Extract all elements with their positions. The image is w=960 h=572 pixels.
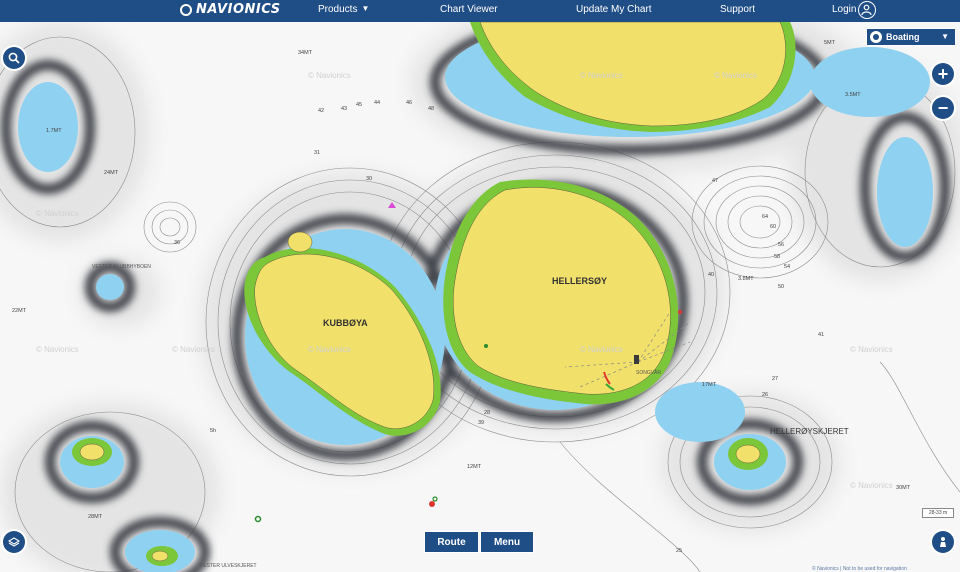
logo-text: NAVIONICS [196,2,281,17]
sounding: 30 [366,176,372,182]
place-label-songvar: SONGVÅR [636,369,661,376]
sounding: 43 [341,106,347,112]
sounding: 60 [770,224,776,230]
my-position-button[interactable] [932,531,954,553]
sounding: 48 [428,106,434,112]
rock-marker-icon [484,344,488,348]
watermark: © Navionics [308,71,351,80]
nautical-chart-map[interactable]: HELLERSØY KUBBØYA HELLERØYSKJERET SONGVÅ… [0,22,960,572]
top-nav-bar: NAVIONICS Products ▼ Chart Viewer Update … [0,0,960,22]
attribution-text[interactable]: © Navionics | Not to be used for navigat… [812,566,907,572]
hazard-marker-icon[interactable] [429,501,435,507]
watermark: © Navionics [850,481,893,490]
scale-bar: 28-33 m [922,508,954,518]
island-label-kubboya: KUBBØYA [323,318,368,328]
minus-icon: − [937,97,949,118]
sounding: 44 [374,100,380,106]
sounding: 27 [772,376,778,382]
watermark: © Navionics [580,345,623,354]
sounding: 46 [406,100,412,106]
watermark: © Navionics [36,209,79,218]
zoom-out-button[interactable]: − [932,97,954,119]
sounding: 39 [478,420,484,426]
lighthouse-icon[interactable] [634,355,639,364]
nav-support[interactable]: Support [720,4,755,15]
nav-update-my-chart[interactable]: Update My Chart [576,4,652,15]
mode-selected-value: Boating [886,32,920,42]
depth-label: 3.5MT [845,92,861,98]
watermark: © Navionics [36,345,79,354]
route-button[interactable]: Route [424,531,479,553]
watermark: © Navionics [172,345,215,354]
place-label-helleroyskjeret: HELLERØYSKJERET [770,427,849,436]
sounding: 40 [708,272,714,278]
nav-chart-viewer[interactable]: Chart Viewer [440,4,498,15]
sounding: 25 [676,548,682,554]
search-button[interactable] [3,47,25,69]
person-icon [940,537,946,547]
sounding: 47 [712,178,718,184]
rock-marker-icon [678,310,682,314]
depth-label: 5MT [824,40,836,46]
watermark: © Navionics [580,71,623,80]
watermark: © Navionics [308,345,351,354]
navionics-logo[interactable]: NAVIONICS [180,2,281,17]
sounding: 56 [778,242,784,248]
sounding: 5h [210,428,216,434]
nav-login[interactable]: Login [832,4,856,15]
sounding: 45 [356,102,362,108]
watermark: © Navionics [850,345,893,354]
layers-button[interactable] [3,531,25,553]
sounding: 42 [318,108,324,114]
sounding: 28 [484,410,490,416]
depth-label: 3.8MT [738,276,754,282]
chart-svg[interactable]: HELLERSØY KUBBØYA HELLERØYSKJERET SONGVÅ… [0,22,960,572]
chevron-down-icon: ▼ [361,4,370,13]
depth-label: 30MT [896,485,911,491]
depth-label: 28MT [88,514,103,520]
sounding: 36 [174,240,180,246]
watermark: © Navionics [714,71,757,80]
sounding: 31 [314,150,320,156]
sounding: 64 [762,214,768,220]
search-icon [8,52,20,64]
depth-label: 12MT [467,464,482,470]
place-label-vester-klubbhyboen: VESTER KLUBBHYBOEN [92,264,151,270]
depth-label: 22MT [12,308,27,314]
depth-label: 17MT [702,382,717,388]
navionics-logo-icon [180,3,192,16]
depth-label: 34MT [298,50,313,56]
island-label-hellersoy: HELLERSØY [552,276,607,286]
nav-products-label: Products [318,4,358,15]
mode-selector[interactable]: Boating ▼ [866,28,956,46]
layers-icon [8,537,20,547]
sounding: 26 [762,392,768,398]
menu-button[interactable]: Menu [480,531,534,553]
place-label-vester-ulveskjeret: VESTER ULVESKJERET [200,563,257,569]
zoom-in-button[interactable]: + [932,63,954,85]
depth-label: 24MT [104,170,119,176]
depth-label: 1.7MT [46,128,62,134]
plus-icon: + [937,63,949,84]
user-avatar-icon[interactable] [858,1,876,19]
boating-icon [870,31,882,43]
sounding: 50 [778,284,784,290]
sounding: 54 [784,264,790,270]
sounding: 41 [818,332,824,338]
sounding: 58 [774,254,780,260]
caret-down-icon: ▼ [941,32,949,41]
nav-products[interactable]: Products ▼ [318,4,369,15]
